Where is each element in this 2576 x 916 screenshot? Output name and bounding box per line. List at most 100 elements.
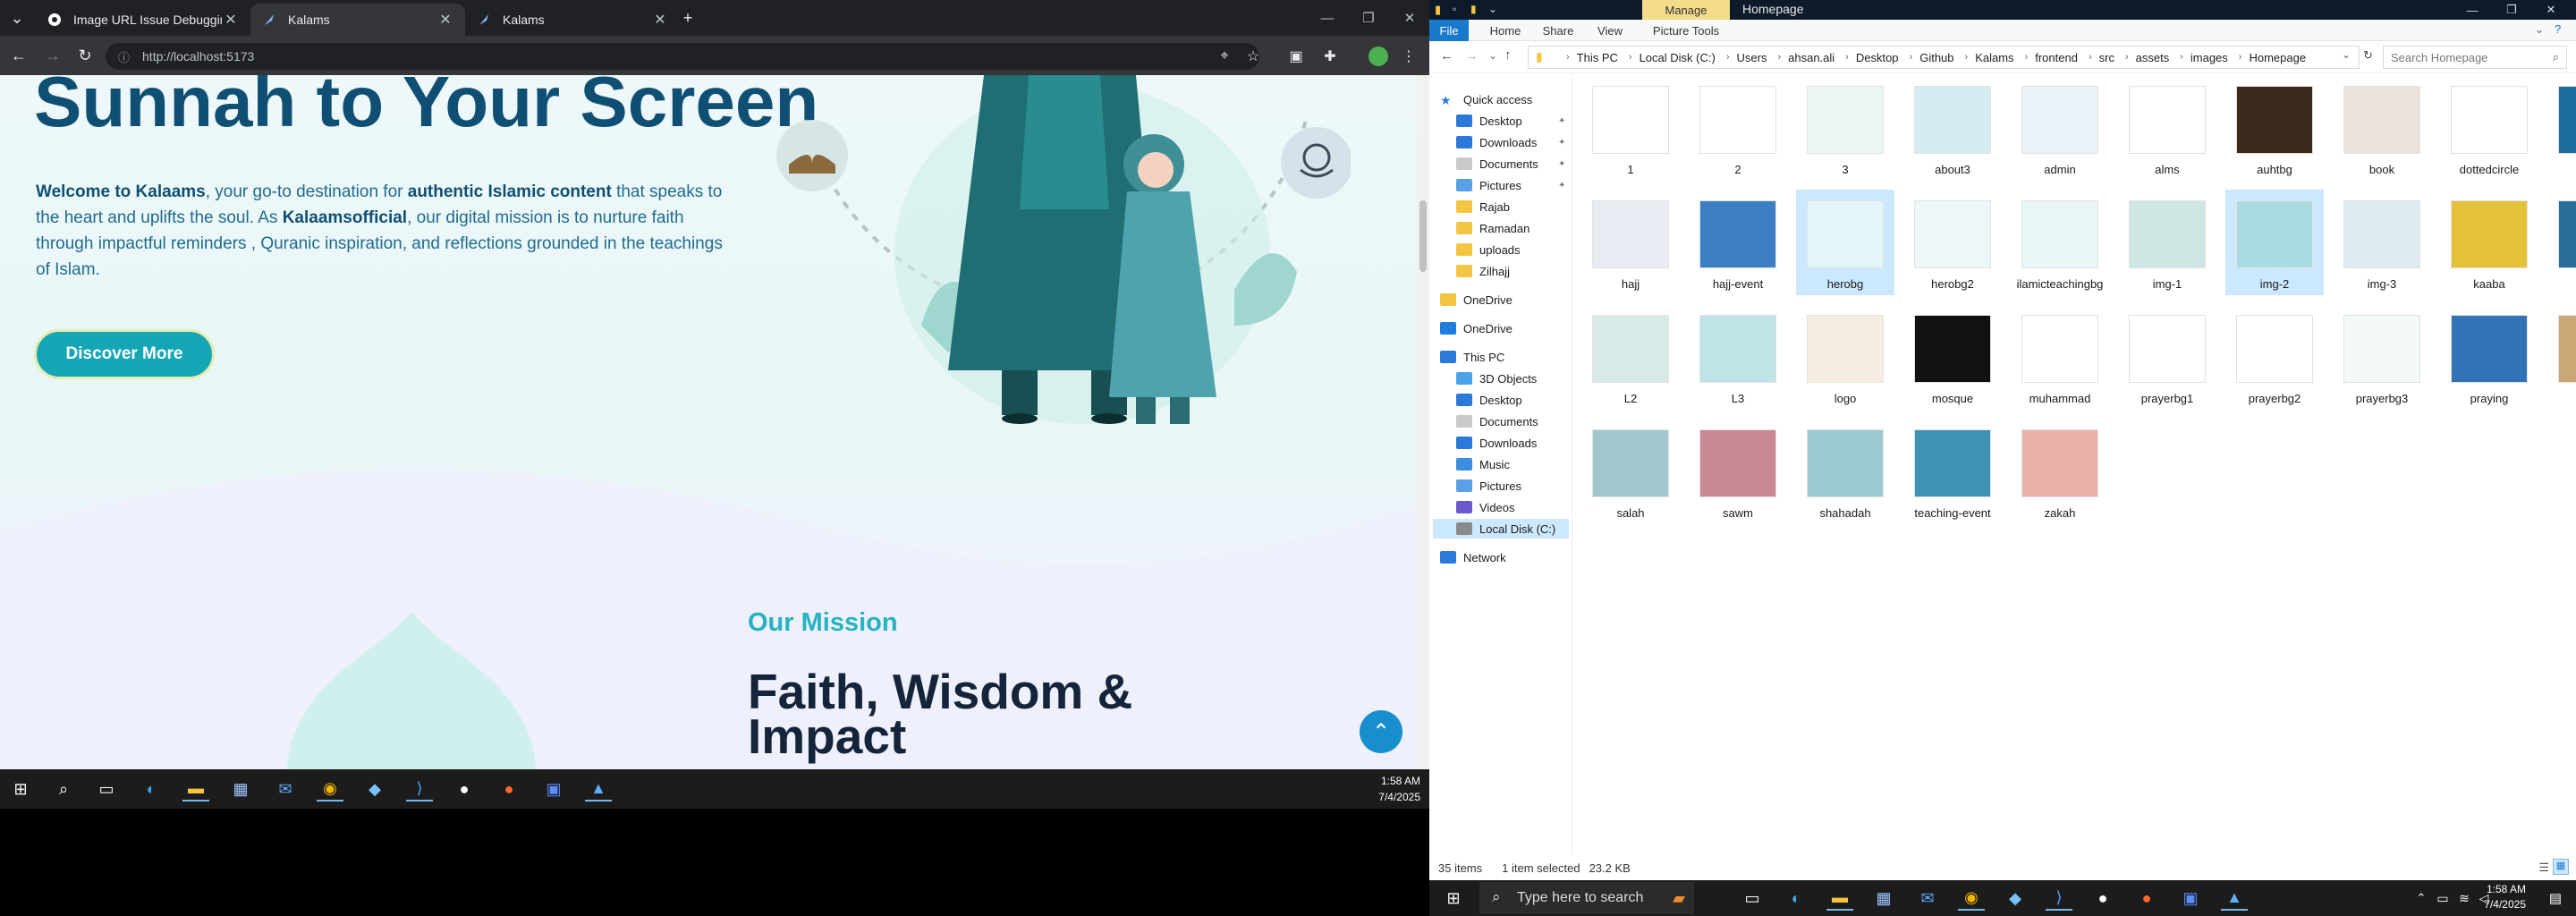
nav-desktop[interactable]: Desktop <box>1456 111 1522 131</box>
close-window-icon[interactable]: ✕ <box>2533 0 2569 20</box>
file-item[interactable]: img-3 <box>2333 190 2431 295</box>
clock[interactable]: 1:58 AM 7/4/2025 <box>1378 773 1420 805</box>
file-item[interactable]: img-1 <box>2118 190 2216 295</box>
ribbon-tab-view[interactable]: View <box>1590 20 1630 41</box>
file-item[interactable]: L3 <box>1689 304 1787 410</box>
file-item[interactable]: 1 <box>1581 75 1680 181</box>
nav-pc-pictures[interactable]: Pictures <box>1456 476 1521 496</box>
nav-pc-desktop[interactable]: Desktop <box>1456 390 1522 410</box>
file-item[interactable]: L2 <box>1581 304 1680 410</box>
vscode-icon[interactable]: ⟩ <box>406 776 433 802</box>
nav-downloads[interactable]: Downloads <box>1456 132 1537 152</box>
page-scrollbar[interactable] <box>1417 75 1429 769</box>
breadcrumb-homepage[interactable]: Homepage <box>2249 51 2306 64</box>
new-folder-icon[interactable]: ▮ <box>1470 3 1477 15</box>
breadcrumb-this-pc[interactable]: This PC <box>1577 51 1618 64</box>
nav-rajab[interactable]: Rajab <box>1456 197 1510 216</box>
file-item[interactable]: praying <box>2440 304 2538 410</box>
properties-icon[interactable]: ▫ <box>1453 3 1456 15</box>
file-explorer-icon[interactable]: ▬ <box>182 776 209 802</box>
scroll-to-top-button[interactable]: ⌃ <box>1360 710 1402 753</box>
file-item[interactable]: prayerbg2 <box>2225 304 2324 410</box>
nav-music[interactable]: Music <box>1456 454 1510 474</box>
news-icon[interactable]: ▰ <box>1665 886 1692 911</box>
nav-pc-downloads[interactable]: Downloads <box>1456 433 1537 453</box>
nav-ramadan[interactable]: Ramadan <box>1456 218 1530 238</box>
nav-local-disk[interactable]: Local Disk (C:) <box>1433 519 1569 539</box>
nav-videos[interactable]: Videos <box>1456 497 1515 517</box>
chevron-down-icon[interactable]: ⌄ <box>1488 49 1497 62</box>
menu-kebab-icon[interactable]: ⋮ <box>1397 45 1420 68</box>
file-item[interactable]: 2 <box>1689 75 1787 181</box>
chrome-icon[interactable]: ◉ <box>317 776 343 802</box>
ribbon-tab-share[interactable]: Share <box>1537 20 1580 41</box>
windows-start-icon[interactable]: ⊞ <box>7 776 34 802</box>
clock[interactable]: 1:58 AM 7/4/2025 <box>2484 882 2526 912</box>
nav-pc-documents[interactable]: Documents <box>1456 411 1538 431</box>
app-icon[interactable]: ◆ <box>361 776 388 802</box>
tab-image-url-issue[interactable]: Image URL Issue Debugging ✕ <box>36 4 250 36</box>
scrollbar-thumb[interactable] <box>1419 200 1427 272</box>
ribbon-tab-home[interactable]: Home <box>1485 20 1526 41</box>
github-desktop-icon[interactable]: ● <box>2089 886 2116 911</box>
site-info-icon[interactable]: ⓘ <box>118 48 130 65</box>
tab-kalams-active[interactable]: Kalams ✕ <box>250 4 465 36</box>
edge-icon[interactable]: ◐ <box>138 776 165 802</box>
extension-icon[interactable]: ▣ <box>1284 45 1308 68</box>
nav-pictures[interactable]: Pictures <box>1456 175 1521 195</box>
help-icon[interactable]: ? <box>2555 22 2561 36</box>
file-item[interactable]: prayerbg1 <box>2118 304 2216 410</box>
file-item[interactable]: shahadah <box>1796 419 1894 524</box>
chevron-down-icon[interactable]: ⌄ <box>2342 48 2351 61</box>
reload-icon[interactable]: ↻ <box>73 44 97 67</box>
puzzle-icon[interactable]: ✚ <box>1318 45 1342 68</box>
large-icons-view-icon[interactable]: ▦ <box>2553 859 2569 875</box>
mail-icon[interactable]: ✉ <box>272 776 299 802</box>
postman-icon[interactable]: ● <box>2133 886 2160 911</box>
explorer-search-input[interactable]: Search Homepage ⌕ <box>2383 46 2567 69</box>
app-icon[interactable]: ◆ <box>2002 886 2029 911</box>
mail-icon[interactable]: ✉ <box>1914 886 1941 911</box>
photos-icon[interactable]: ▲ <box>2221 886 2248 911</box>
chevron-down-icon[interactable]: ⌄ <box>1488 3 1497 15</box>
address-bar[interactable]: ⓘ http://localhost:5173 <box>106 43 1259 70</box>
file-item[interactable]: herobg <box>1796 190 1894 295</box>
close-icon[interactable]: ✕ <box>436 11 454 29</box>
file-item[interactable]: dottedcircle <box>2440 75 2538 181</box>
photos-icon[interactable]: ▲ <box>585 776 612 802</box>
maximize-icon[interactable]: ❐ <box>1351 5 1386 30</box>
nav-network[interactable]: Network <box>1440 547 1506 567</box>
file-item[interactable]: muhammad <box>2011 304 2109 410</box>
nav-uploads[interactable]: uploads <box>1456 240 1521 259</box>
store-icon[interactable]: ▦ <box>1870 886 1897 911</box>
file-item[interactable]: teaching-event <box>1903 419 2002 524</box>
file-item[interactable]: ilamicteachingbg <box>2011 190 2109 295</box>
up-arrow-icon[interactable]: ↑ <box>1504 47 1512 63</box>
file-item[interactable]: hajj <box>1581 190 1680 295</box>
file-item[interactable]: alms <box>2118 75 2216 181</box>
file-item[interactable]: herobg2 <box>1903 190 2002 295</box>
explorer-address-bar[interactable]: ▮ › This PC › Local Disk (C:) › Users › ahs… <box>1528 46 2360 69</box>
nav-onedrive[interactable]: OneDrive <box>1440 318 1513 338</box>
file-item[interactable]: prayerbg3 <box>2333 304 2431 410</box>
notifications-icon[interactable]: ▤ <box>2542 886 2569 911</box>
zoom-icon[interactable]: ▣ <box>540 776 567 802</box>
chrome-icon[interactable]: ◉ <box>1958 886 1985 911</box>
taskbar-search-input[interactable]: ⌕ Type here to search <box>1479 882 1694 914</box>
tab-search-icon[interactable]: ⌄ <box>5 6 29 30</box>
postman-icon[interactable]: ● <box>496 776 522 802</box>
file-item[interactable]: kaaba <box>2440 190 2538 295</box>
location-icon[interactable]: ⌖ <box>1213 45 1236 68</box>
nav-onedrive-personal[interactable]: OneDrive <box>1440 290 1513 310</box>
close-icon[interactable]: ✕ <box>222 11 240 29</box>
file-item[interactable]: sawm <box>1689 419 1787 524</box>
breadcrumb-kalams[interactable]: Kalams <box>1975 51 2013 64</box>
refresh-icon[interactable]: ↻ <box>2363 48 2373 63</box>
forward-icon[interactable]: → <box>41 44 64 67</box>
search-icon[interactable]: ⌕ <box>50 776 77 802</box>
back-icon[interactable]: ← <box>7 44 30 67</box>
ribbon-tab-file[interactable]: File <box>1429 20 1469 41</box>
file-item[interactable]: hajj-event <box>1689 190 1787 295</box>
zoom-icon[interactable]: ▣ <box>2177 886 2204 911</box>
task-view-icon[interactable]: ▭ <box>93 776 120 802</box>
